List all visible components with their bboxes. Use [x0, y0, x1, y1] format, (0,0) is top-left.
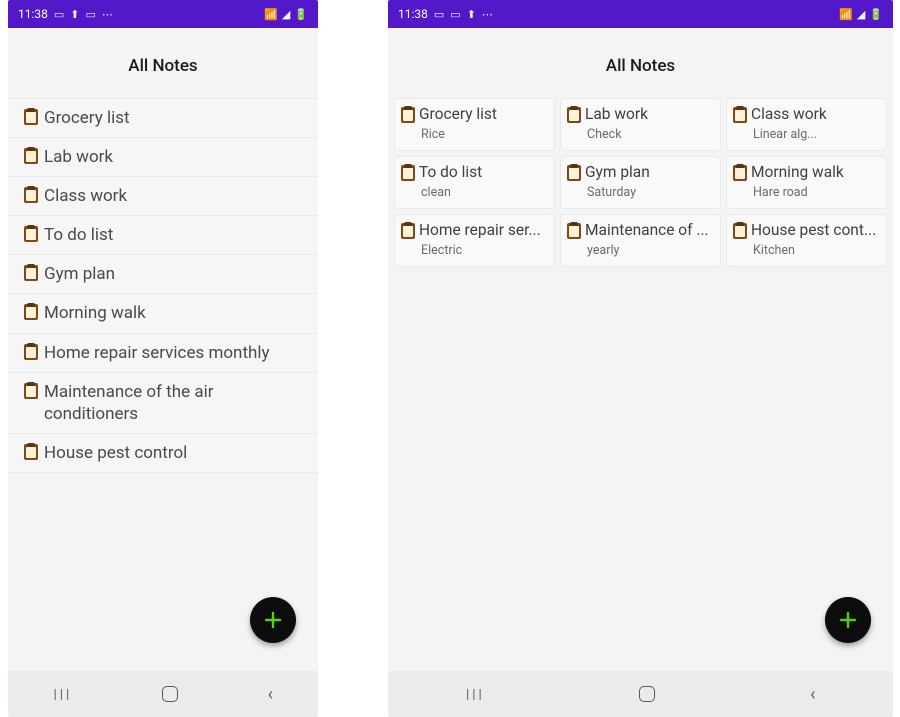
add-note-fab[interactable] — [825, 597, 871, 643]
clipboard-icon — [401, 223, 415, 239]
note-card[interactable]: House pest cont...Kitchen — [726, 214, 887, 267]
clipboard-icon — [567, 165, 581, 181]
status-bar: 11:38 ▭ ▭ ⬆ ⋯ 📶 ◢ 🔋 — [388, 0, 893, 28]
wifi-icon: 📶 — [839, 8, 853, 21]
youtube-icon: ▭ — [54, 8, 64, 21]
upload-icon: ⬆ — [467, 8, 476, 21]
battery-icon: 🔋 — [869, 8, 883, 21]
android-nav-bar: III ‹ — [8, 671, 318, 717]
note-title: Grocery list — [419, 105, 548, 123]
signal-icon: ◢ — [857, 8, 865, 21]
note-card[interactable]: To do listclean — [394, 156, 555, 209]
note-title: Lab work — [585, 105, 714, 123]
upload-icon: ⬆ — [70, 8, 79, 21]
note-title: Home repair ser... — [419, 221, 548, 239]
android-nav-bar: III ‹ — [388, 671, 893, 717]
clipboard-icon — [733, 223, 747, 239]
phone-portrait-list: 11:38 ▭ ⬆ ▭ ⋯ 📶 ◢ 🔋 All Notes Grocery li… — [8, 0, 318, 717]
clipboard-icon — [733, 165, 747, 181]
clipboard-icon — [24, 304, 38, 320]
note-title: To do list — [44, 224, 304, 246]
clipboard-icon — [24, 226, 38, 242]
note-row[interactable]: Morning walk — [8, 293, 318, 332]
note-title: Home repair services monthly — [44, 342, 304, 364]
note-title: Morning walk — [751, 163, 880, 181]
note-title: Morning walk — [44, 302, 304, 324]
note-subtitle: Electric — [401, 239, 548, 258]
note-subtitle: clean — [401, 181, 548, 200]
notes-grid[interactable]: Grocery listRiceLab workCheckClass workL… — [388, 98, 893, 267]
note-title: Maintenance of the air conditioners — [44, 381, 304, 425]
clipboard-icon — [567, 107, 581, 123]
plus-icon — [264, 611, 282, 629]
note-card[interactable]: Home repair ser...Electric — [394, 214, 555, 267]
clipboard-icon — [24, 444, 38, 460]
note-title: House pest control — [44, 442, 304, 464]
status-time: 11:38 — [398, 7, 428, 21]
note-row[interactable]: Class work — [8, 176, 318, 215]
note-row[interactable]: Home repair services monthly — [8, 333, 318, 372]
clipboard-icon — [733, 107, 747, 123]
page-title: All Notes — [388, 28, 893, 98]
note-row[interactable]: Gym plan — [8, 254, 318, 293]
clipboard-icon — [24, 344, 38, 360]
nav-back-button[interactable]: ‹ — [786, 676, 839, 713]
nav-home-button[interactable] — [615, 678, 679, 710]
note-subtitle: Rice — [401, 123, 548, 142]
add-note-fab[interactable] — [250, 597, 296, 643]
notes-list[interactable]: Grocery list Lab work Class work To do list… — [8, 98, 318, 473]
note-title: Maintenance of ... — [585, 221, 714, 239]
clipboard-icon — [24, 265, 38, 281]
clipboard-icon — [24, 148, 38, 164]
note-subtitle: Check — [567, 123, 714, 142]
clipboard-icon — [24, 383, 38, 399]
note-subtitle: Saturday — [567, 181, 714, 200]
note-title: Gym plan — [44, 263, 304, 285]
note-row[interactable]: Lab work — [8, 137, 318, 176]
nav-recent-button[interactable]: III — [441, 677, 508, 712]
note-subtitle: Hare road — [733, 181, 880, 200]
clipboard-icon — [24, 109, 38, 125]
note-subtitle: Linear alg... — [733, 123, 880, 142]
signal-icon: ◢ — [282, 8, 290, 21]
clipboard-icon — [567, 223, 581, 239]
wifi-icon: 📶 — [264, 8, 278, 21]
note-card[interactable]: Maintenance of ...yearly — [560, 214, 721, 267]
note-subtitle: yearly — [567, 239, 714, 258]
note-row[interactable]: Maintenance of the air conditioners — [8, 372, 318, 433]
note-card[interactable]: Gym planSaturday — [560, 156, 721, 209]
note-title: Gym plan — [585, 163, 714, 181]
note-row[interactable]: To do list — [8, 215, 318, 254]
clipboard-icon — [24, 187, 38, 203]
nav-back-button[interactable]: ‹ — [244, 676, 297, 713]
note-card[interactable]: Lab workCheck — [560, 98, 721, 151]
note-row[interactable]: House pest control — [8, 433, 318, 473]
page-title: All Notes — [8, 28, 318, 98]
clipboard-icon — [401, 165, 415, 181]
note-title: Grocery list — [44, 107, 304, 129]
note-card[interactable]: Morning walkHare road — [726, 156, 887, 209]
youtube-icon: ▭ — [450, 8, 460, 21]
image-icon: ▭ — [86, 8, 96, 21]
status-time: 11:38 — [18, 7, 48, 21]
image-icon: ▭ — [434, 8, 444, 21]
phone-landscape-grid: 11:38 ▭ ▭ ⬆ ⋯ 📶 ◢ 🔋 All Notes Grocery li… — [388, 0, 893, 717]
note-subtitle: Kitchen — [733, 239, 880, 258]
battery-icon: 🔋 — [294, 8, 308, 21]
more-icon: ⋯ — [102, 8, 113, 21]
note-title: House pest cont... — [751, 221, 880, 239]
note-title: Class work — [44, 185, 304, 207]
status-bar: 11:38 ▭ ⬆ ▭ ⋯ 📶 ◢ 🔋 — [8, 0, 318, 28]
plus-icon — [839, 611, 857, 629]
note-title: Class work — [751, 105, 880, 123]
note-title: Lab work — [44, 146, 304, 168]
note-row[interactable]: Grocery list — [8, 98, 318, 137]
nav-recent-button[interactable]: III — [29, 677, 96, 712]
note-title: To do list — [419, 163, 548, 181]
note-card[interactable]: Class workLinear alg... — [726, 98, 887, 151]
more-icon: ⋯ — [482, 8, 493, 21]
clipboard-icon — [401, 107, 415, 123]
note-card[interactable]: Grocery listRice — [394, 98, 555, 151]
nav-home-button[interactable] — [138, 678, 202, 710]
